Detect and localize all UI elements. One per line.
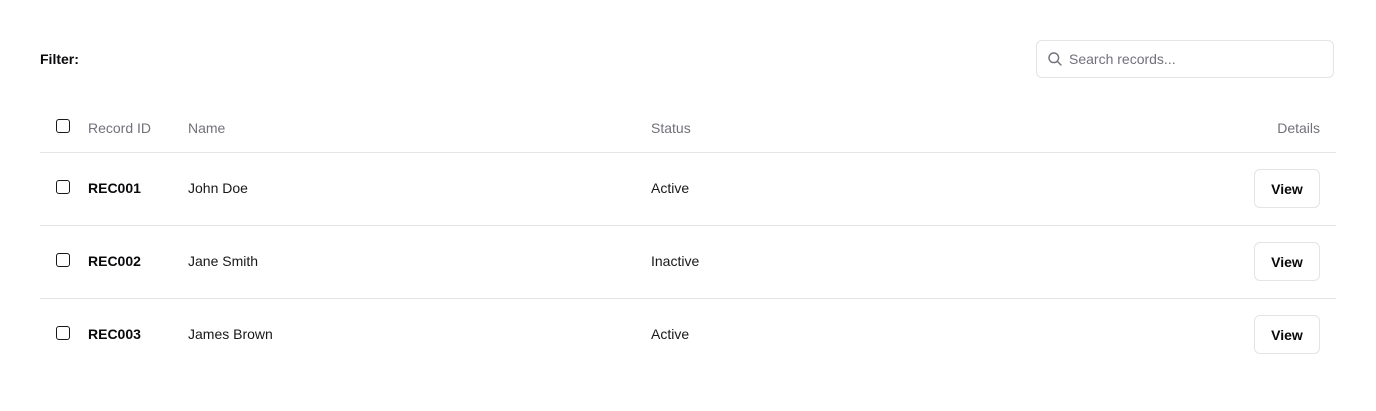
status-cell: Inactive xyxy=(651,253,700,269)
header-record-id: Record ID xyxy=(88,120,152,136)
search-box[interactable] xyxy=(1036,40,1334,78)
status-cell: Active xyxy=(651,180,690,196)
records-table: Record ID Name Status Details REC001 Joh… xyxy=(40,103,1336,372)
row-checkbox[interactable] xyxy=(56,253,70,267)
table-row: REC002 Jane Smith Inactive View xyxy=(40,226,1336,299)
status-cell: Active xyxy=(651,326,690,342)
name-cell: John Doe xyxy=(188,180,248,196)
name-cell: James Brown xyxy=(188,326,273,342)
table-header-row: Record ID Name Status Details xyxy=(40,103,1336,153)
name-cell: Jane Smith xyxy=(188,253,259,269)
header-name: Name xyxy=(188,120,226,136)
search-icon xyxy=(1048,52,1062,66)
filter-label: Filter: xyxy=(40,51,79,67)
search-input[interactable] xyxy=(1069,41,1325,77)
record-id-cell: REC002 xyxy=(88,253,141,269)
view-button[interactable]: View xyxy=(1254,169,1320,208)
record-id-cell: REC003 xyxy=(88,326,141,342)
header-status: Status xyxy=(651,120,691,136)
row-checkbox[interactable] xyxy=(56,180,70,194)
select-all-checkbox[interactable] xyxy=(56,119,70,133)
view-button[interactable]: View xyxy=(1254,242,1320,281)
view-button[interactable]: View xyxy=(1254,315,1320,354)
table-row: REC001 John Doe Active View xyxy=(40,153,1336,226)
row-checkbox[interactable] xyxy=(56,326,70,340)
table-row: REC003 James Brown Active View xyxy=(40,299,1336,372)
record-id-cell: REC001 xyxy=(88,180,141,196)
header-details: Details xyxy=(1277,120,1320,136)
